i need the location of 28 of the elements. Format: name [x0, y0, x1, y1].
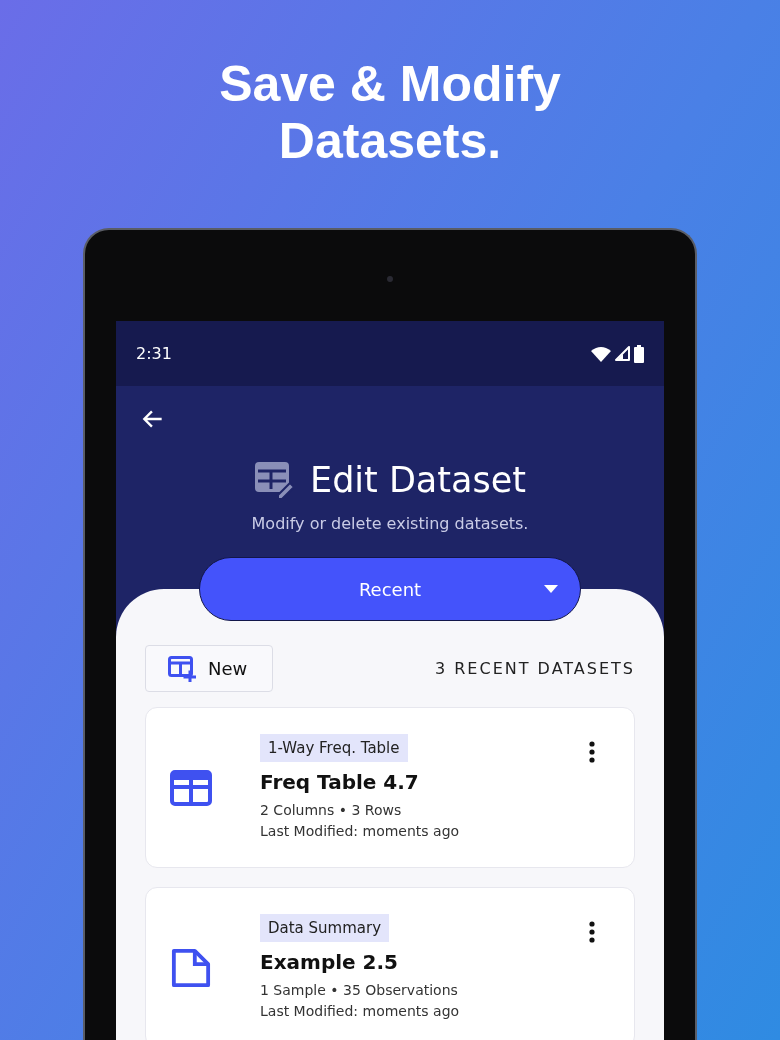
table-edit-icon	[254, 461, 294, 499]
table-icon	[170, 767, 212, 808]
dataset-name: Example 2.5	[260, 949, 399, 974]
battery-icon	[634, 344, 644, 363]
dataset-type-tag: Data Summary	[260, 913, 390, 942]
dataset-card[interactable]: 1-Way Freq. Table Freq Table 4.7 2 Columns • 3 Rows Last Modified: moments ago	[145, 707, 635, 868]
dataset-type-tag: 1-Way Freq. Table	[260, 733, 408, 762]
table-add-icon	[168, 655, 196, 682]
signal-icon	[615, 346, 630, 361]
more-icon[interactable]	[588, 920, 596, 944]
last-modified: Last Modified: moments ago	[260, 1001, 460, 1021]
headline: Save & Modify Datasets.	[218, 55, 562, 170]
dataset-details: 1 Sample • 35 Observations	[260, 980, 458, 1000]
status-time: 2:31	[136, 344, 173, 363]
dataset-count: 3 RECENT DATASETS	[435, 659, 635, 678]
dataset-card[interactable]: Data Summary Example 2.5 1 Sample • 35 Observations Last Modified: moments ago	[145, 887, 635, 1040]
document-icon	[170, 947, 212, 988]
dataset-details: 2 Columns • 3 Rows	[260, 800, 402, 820]
page-title: Edit Dataset	[310, 460, 526, 500]
page-subtitle: Modify or delete existing datasets.	[251, 514, 529, 533]
filter-dropdown[interactable]: Recent	[199, 557, 581, 621]
wifi-icon	[591, 345, 611, 362]
more-icon[interactable]	[588, 740, 596, 764]
camera-icon	[387, 276, 393, 282]
last-modified: Last Modified: moments ago	[260, 821, 460, 841]
dataset-name: Freq Table 4.7	[260, 769, 419, 794]
new-button[interactable]: New	[145, 645, 273, 692]
caret-icon	[544, 585, 558, 593]
